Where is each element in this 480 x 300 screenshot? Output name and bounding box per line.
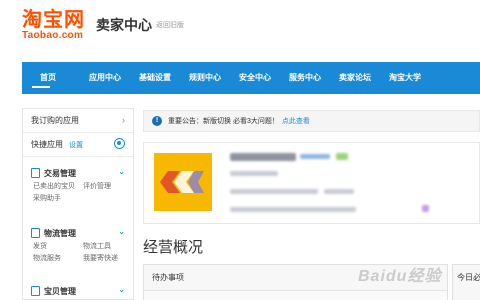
store-logo-graphic — [154, 153, 212, 211]
my-apps-label: 我订购的应用 — [31, 116, 79, 125]
nav-app-center[interactable]: 应用中心 — [80, 62, 130, 94]
quick-apps-row: 快捷应用 设置 — [23, 133, 133, 157]
nav-taobao-university[interactable]: 淘宝大学 — [380, 62, 430, 94]
nav-rules-center[interactable]: 规则中心 — [180, 62, 230, 94]
nav-basic-settings[interactable]: 基础设置 — [130, 62, 180, 94]
store-icon-blurred — [422, 205, 429, 212]
trade-links-row: 采购助手 — [23, 193, 133, 205]
purchase-assistant-link[interactable]: 采购助手 — [33, 193, 83, 205]
review-management-link[interactable]: 评价管理 — [83, 181, 133, 193]
chevron-down-icon: ⌄ — [118, 167, 125, 176]
nav-seller-forum[interactable]: 卖家论坛 — [330, 62, 380, 94]
business-overview-title: 经营概况 — [143, 238, 204, 256]
nav-home[interactable]: 首页 — [22, 62, 80, 94]
trade-management-section: 交易管理 ⌄ 已卖出的宝贝 评价管理 采购助手 — [23, 165, 133, 205]
logistics-links-row: 物流服务 我要寄快递 — [23, 253, 133, 265]
chevron-right-icon: › — [122, 115, 125, 125]
item-management-title: 宝贝管理 — [44, 286, 76, 296]
store-tag-blurred — [336, 153, 348, 160]
baidu-watermark: Baidu经验 — [358, 268, 442, 285]
seller-center-title: 卖家中心 — [96, 18, 152, 34]
store-line-blurred — [230, 207, 356, 212]
logistics-management-title: 物流管理 — [44, 228, 76, 238]
logistics-service-link[interactable]: 物流服务 — [33, 253, 83, 265]
logo-chinese-text: 淘宝网 — [22, 7, 85, 31]
quick-apps-label: 快捷应用 — [31, 140, 63, 149]
truck-icon — [31, 228, 40, 238]
trade-management-title: 交易管理 — [44, 168, 76, 178]
store-line-blurred — [230, 171, 278, 176]
store-line-blurred — [324, 189, 354, 194]
logistics-tools-link[interactable]: 物流工具 — [83, 241, 133, 253]
store-badge-blurred — [300, 154, 330, 159]
document-icon — [31, 168, 40, 178]
store-line-blurred — [230, 189, 318, 194]
today-panel: 今日必 — [452, 264, 480, 300]
nav-security-center[interactable]: 安全中心 — [230, 62, 280, 94]
announcement-text: 重要公告：新版切换 必看3大问题！ — [168, 118, 279, 125]
nav-service-center[interactable]: 服务中心 — [280, 62, 330, 94]
trade-management-header[interactable]: 交易管理 ⌄ — [23, 165, 133, 181]
item-management-header[interactable]: 宝贝管理 ⌄ — [23, 283, 133, 299]
ship-link[interactable]: 发货 — [33, 241, 83, 253]
chevron-down-icon: ⌄ — [118, 285, 125, 294]
gear-icon[interactable] — [114, 138, 125, 149]
today-header: 今日必 — [457, 273, 480, 282]
top-header: 淘宝网 Taobao.com 卖家中心 返回旧版 — [0, 0, 480, 62]
trade-links-row: 已卖出的宝贝 评价管理 — [23, 181, 133, 193]
logo-english-text: Taobao.com — [22, 30, 84, 41]
announcement-bar: ! 重要公告：新版切换 必看3大问题！ 点此查看 — [143, 110, 480, 132]
send-express-link[interactable]: 我要寄快递 — [83, 253, 133, 265]
shirt-icon — [31, 286, 40, 296]
quick-apps-settings-link[interactable]: 设置 — [69, 140, 83, 150]
item-management-section: 宝贝管理 ⌄ — [23, 283, 133, 299]
logistics-management-header[interactable]: 物流管理 ⌄ — [23, 225, 133, 241]
store-info-card — [143, 142, 480, 224]
my-apps-row[interactable]: 我订购的应用 › — [23, 109, 133, 133]
left-sidebar: 我订购的应用 › 快捷应用 设置 交易管理 ⌄ 已卖出的宝贝 评价管理 采购助手… — [22, 108, 134, 300]
nav-active-indicator — [32, 86, 50, 88]
logistics-links-row: 发货 物流工具 — [23, 241, 133, 253]
info-icon: ! — [152, 116, 162, 126]
return-old-version-link[interactable]: 返回旧版 — [156, 20, 184, 30]
sold-items-link[interactable]: 已卖出的宝贝 — [33, 181, 83, 193]
logistics-management-section: 物流管理 ⌄ 发货 物流工具 物流服务 我要寄快递 — [23, 225, 133, 265]
chevron-down-icon: ⌄ — [118, 227, 125, 236]
taobao-logo[interactable]: 淘宝网 Taobao.com — [22, 8, 94, 42]
announcement-view-link[interactable]: 点此查看 — [282, 116, 310, 126]
store-logo[interactable] — [154, 153, 212, 211]
main-nav-bar: 首页 应用中心 基础设置 规则中心 安全中心 服务中心 卖家论坛 淘宝大学 — [22, 62, 480, 94]
store-name-blurred — [230, 153, 296, 161]
